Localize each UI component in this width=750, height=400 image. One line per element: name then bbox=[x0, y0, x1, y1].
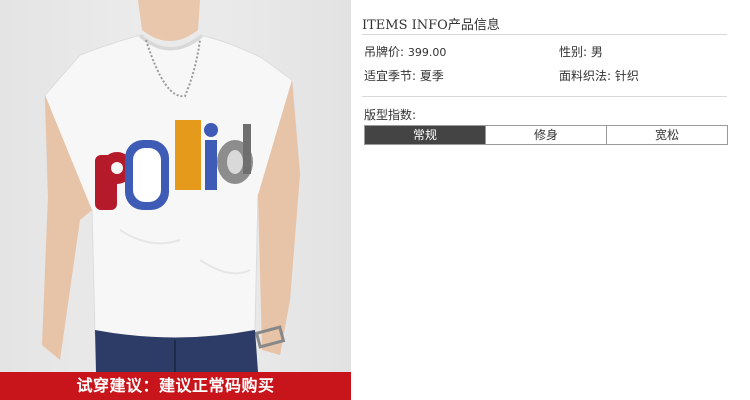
fit-index-selector: 常规 修身 宽松 bbox=[364, 125, 728, 145]
divider bbox=[362, 96, 727, 97]
info-title-en: ITEMS INFO bbox=[362, 18, 448, 33]
season-value: 夏季 bbox=[419, 69, 444, 83]
season-label: 适宜季节: bbox=[364, 69, 417, 83]
season-row: 适宜季节: 夏季 bbox=[364, 67, 444, 84]
model-tshirt-illustration bbox=[42, 0, 301, 372]
gender-value: 男 bbox=[590, 45, 603, 59]
fabric-row: 面料织法: 针织 bbox=[559, 67, 639, 84]
fit-tab-regular[interactable]: 常规 bbox=[365, 126, 485, 144]
price-value: 399.00 bbox=[407, 46, 447, 59]
fit-tab-slim[interactable]: 修身 bbox=[485, 126, 606, 144]
price-label: 吊牌价: bbox=[364, 45, 405, 59]
product-image: 试穿建议：建议正常码购买 bbox=[0, 0, 351, 400]
price-row: 吊牌价: 399.00 bbox=[364, 43, 446, 60]
fabric-label: 面料织法: bbox=[559, 69, 612, 83]
fit-tab-loose[interactable]: 宽松 bbox=[606, 126, 727, 144]
fabric-value: 针织 bbox=[614, 69, 639, 83]
gender-row: 性别: 男 bbox=[559, 43, 603, 60]
info-title-cn: 产品信息 bbox=[447, 18, 500, 33]
gender-label: 性别: bbox=[559, 45, 588, 59]
info-section-title: ITEMS INFO产品信息 bbox=[362, 14, 727, 35]
fit-index-label: 版型指数: bbox=[364, 108, 417, 122]
fit-advice-banner: 试穿建议：建议正常码购买 bbox=[0, 372, 351, 400]
